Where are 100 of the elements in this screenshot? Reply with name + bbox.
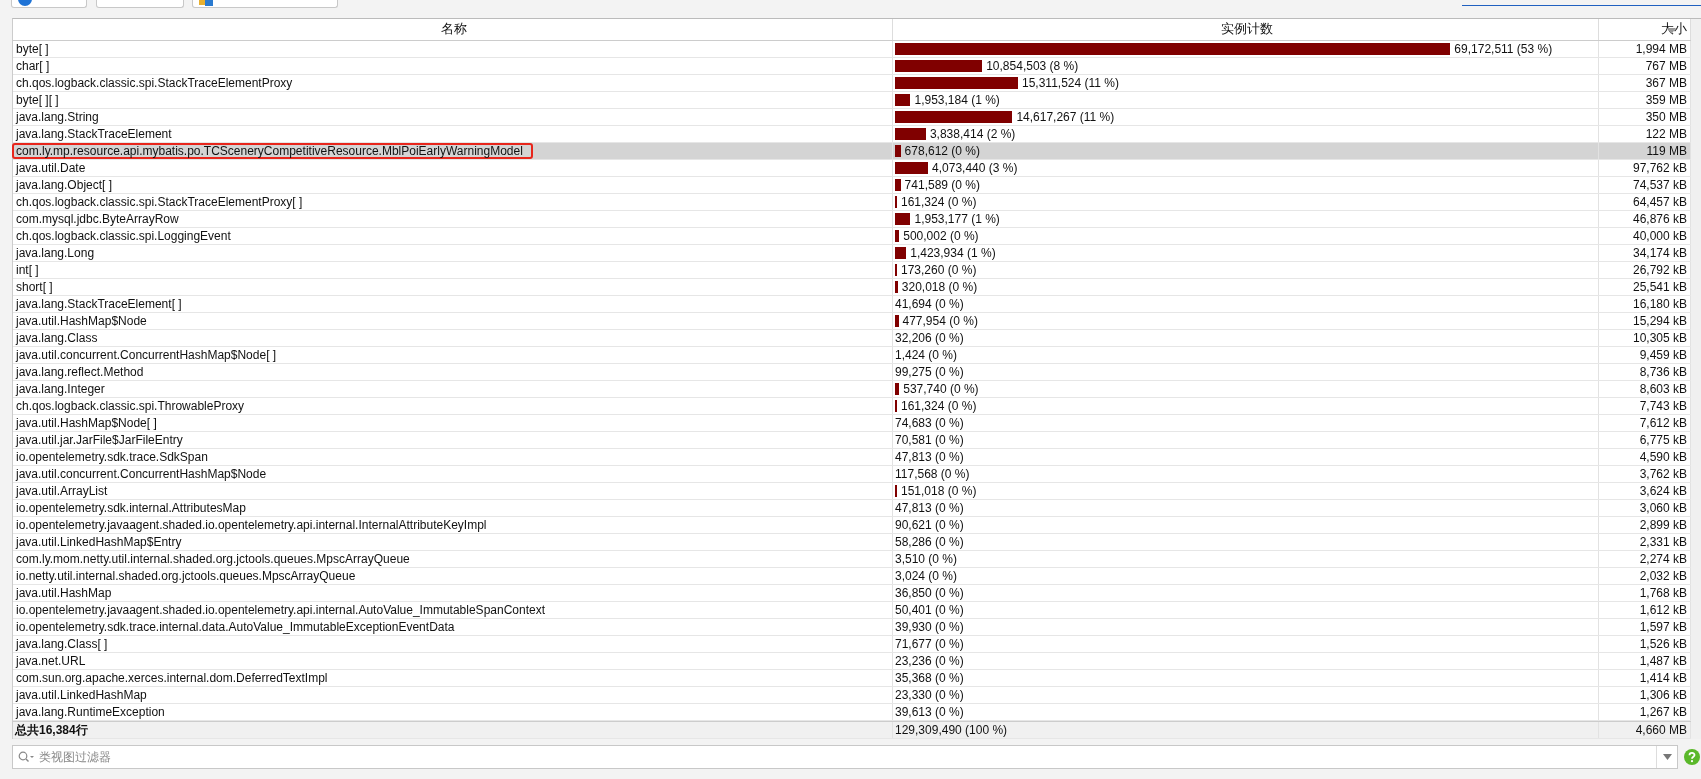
size-value: 1,597 kB: [1639, 620, 1687, 634]
table-row[interactable]: java.lang.reflect.Method 99,275 (0 %) 8,736 kB: [13, 364, 1691, 381]
class-name: java.util.LinkedHashMap: [14, 687, 148, 703]
instance-count: 161,324 (0 %): [901, 399, 977, 413]
table-row[interactable]: byte[ ] 69,172,511 (53 %) 1,994 MB: [13, 41, 1691, 58]
table-row[interactable]: ch.qos.logback.classic.spi.ThrowableProxy 161,324 (0 %) 7,743 kB: [13, 398, 1691, 415]
instance-count: 39,930 (0 %): [895, 620, 964, 634]
table-row[interactable]: java.lang.Class 32,206 (0 %) 10,305 kB: [13, 330, 1691, 347]
table-row[interactable]: byte[ ][ ] 1,953,184 (1 %) 359 MB: [13, 92, 1691, 109]
class-name: io.opentelemetry.sdk.internal.AttributesMap: [15, 500, 247, 516]
table-row[interactable]: java.util.ArrayList 151,018 (0 %) 3,624 kB: [13, 483, 1691, 500]
instance-count: 47,813 (0 %): [895, 450, 964, 464]
table-row[interactable]: io.opentelemetry.sdk.trace.internal.data.AutoValue_ImmutableExceptionEventData 39,930 (0 %) 1,597 kB: [13, 619, 1691, 636]
table-row[interactable]: java.lang.Object[ ] 741,589 (0 %) 74,537 kB: [13, 177, 1691, 194]
class-name: java.lang.reflect.Method: [14, 364, 145, 380]
class-name: java.net.URL: [14, 653, 87, 669]
total-label: 总共16,384行: [15, 721, 88, 739]
class-name: java.util.jar.JarFile$JarFileEntry: [14, 432, 184, 448]
class-name: java.lang.String: [14, 109, 100, 125]
table-row[interactable]: java.util.HashMap 36,850 (0 %) 1,768 kB: [13, 585, 1691, 602]
instance-count: 99,275 (0 %): [895, 365, 964, 379]
table-row[interactable]: java.util.HashMap$Node 477,954 (0 %) 15,294 kB: [13, 313, 1691, 330]
table-row[interactable]: short[ ] 320,018 (0 %) 25,541 kB: [13, 279, 1691, 296]
table-row[interactable]: com.mysql.jdbc.ByteArrayRow 1,953,177 (1 %) 46,876 kB: [13, 211, 1691, 228]
table-row[interactable]: io.opentelemetry.javaagent.shaded.io.opentelemetry.api.internal.InternalAttributeKeyImpl 90,621 (0 %) 2,899 kB: [13, 517, 1691, 534]
instance-count: 4,073,440 (3 %): [932, 161, 1018, 175]
table-row[interactable]: java.util.concurrent.ConcurrentHashMap$Node[ ] 1,424 (0 %) 9,459 kB: [13, 347, 1691, 364]
instance-count: 23,236 (0 %): [895, 654, 964, 668]
table-row[interactable]: io.netty.util.internal.shaded.org.jctools.queues.MpscArrayQueue 3,024 (0 %) 2,032 kB: [13, 568, 1691, 585]
table-row[interactable]: java.lang.StackTraceElement[ ] 41,694 (0 %) 16,180 kB: [13, 296, 1691, 313]
table-row[interactable]: java.lang.Integer 537,740 (0 %) 8,603 kB: [13, 381, 1691, 398]
table-row[interactable]: com.ly.mom.netty.util.internal.shaded.org.jctools.queues.MpscArrayQueue 3,510 (0 %) 2,274 kB: [13, 551, 1691, 568]
table-row[interactable]: java.net.URL 23,236 (0 %) 1,487 kB: [13, 653, 1691, 670]
instance-count: 50,401 (0 %): [895, 603, 964, 617]
table-row[interactable]: io.opentelemetry.javaagent.shaded.io.opentelemetry.api.internal.AutoValue_ImmutableSpanContext 50,401 (0 %) 1,612 kB: [13, 602, 1691, 619]
instance-count: 1,953,177 (1 %): [914, 212, 1000, 226]
toolbar-button[interactable]: [192, 0, 338, 8]
size-value: 1,306 kB: [1639, 688, 1687, 702]
size-value: 8,736 kB: [1639, 365, 1687, 379]
instance-count: 320,018 (0 %): [901, 280, 978, 294]
size-value: 350 MB: [1645, 110, 1687, 124]
instance-count: 35,368 (0 %): [895, 671, 964, 685]
table-row[interactable]: io.opentelemetry.sdk.internal.AttributesMap 47,813 (0 %) 3,060 kB: [13, 500, 1691, 517]
column-header[interactable]: 实例计数: [893, 19, 1599, 40]
class-name: java.util.HashMap$Node[ ]: [14, 415, 158, 431]
size-value: 1,414 kB: [1639, 671, 1687, 685]
column-header[interactable]: 名称: [13, 19, 893, 40]
class-name: java.util.concurrent.ConcurrentHashMap$Node[ ]: [14, 347, 278, 363]
table-row[interactable]: java.util.Date 4,073,440 (3 %) 97,762 kB: [13, 160, 1691, 177]
class-name: short[ ]: [15, 279, 54, 295]
size-value: 1,267 kB: [1639, 705, 1687, 719]
size-value: 1,612 kB: [1639, 603, 1687, 617]
table-row[interactable]: ch.qos.logback.classic.spi.LoggingEvent 500,002 (0 %) 40,000 kB: [13, 228, 1691, 245]
table-row[interactable]: com.ly.mp.resource.api.mybatis.po.TCSceneryCompetitiveResource.MblPoiEarlyWarningModel 678,612 (0 %) 119 MB: [13, 143, 1691, 160]
size-value: 1,994 MB: [1635, 42, 1687, 56]
search-icon[interactable]: [18, 751, 34, 763]
size-value: 1,526 kB: [1639, 637, 1687, 651]
help-icon[interactable]: [1684, 749, 1700, 765]
table-row[interactable]: char[ ] 10,854,503 (8 %) 767 MB: [13, 58, 1691, 75]
class-name: int[ ]: [15, 262, 40, 278]
table-row[interactable]: int[ ] 173,260 (0 %) 26,792 kB: [13, 262, 1691, 279]
size-value: 7,612 kB: [1639, 416, 1687, 430]
table-row[interactable]: java.lang.Long 1,423,934 (1 %) 34,174 kB: [13, 245, 1691, 262]
instance-count: 3,838,414 (2 %): [929, 127, 1016, 141]
table-row[interactable]: com.sun.org.apache.xerces.internal.dom.DeferredTextImpl 35,368 (0 %) 1,414 kB: [13, 670, 1691, 687]
size-value: 34,174 kB: [1632, 246, 1687, 260]
class-name: com.ly.mp.resource.api.mybatis.po.TCSceneryCompetitiveResource.MblPoiEarlyWarningModel: [12, 143, 533, 159]
table-row[interactable]: ch.qos.logback.classic.spi.StackTraceElementProxy[ ] 161,324 (0 %) 64,457 kB: [13, 194, 1691, 211]
table-row[interactable]: java.lang.String 14,617,267 (11 %) 350 MB: [13, 109, 1691, 126]
filter-field[interactable]: 类视图过滤器: [12, 745, 1678, 769]
instance-count: 1,953,184 (1 %): [914, 93, 1000, 107]
instance-count: 41,694 (0 %): [895, 297, 964, 311]
table-row[interactable]: ch.qos.logback.classic.spi.StackTraceElementProxy 15,311,524 (11 %) 367 MB: [13, 75, 1691, 92]
size-value: 367 MB: [1645, 76, 1687, 90]
size-value: 46,876 kB: [1632, 212, 1687, 226]
instance-count: 1,424 (0 %): [895, 348, 958, 362]
class-name: ch.qos.logback.classic.spi.ThrowableProxy: [15, 398, 246, 414]
class-name: java.lang.Object[ ]: [14, 177, 114, 193]
size-value: 16,180 kB: [1632, 297, 1687, 311]
size-value: 40,000 kB: [1632, 229, 1687, 243]
table-row[interactable]: java.lang.Class[ ] 71,677 (0 %) 1,526 kB: [13, 636, 1691, 653]
instance-count: 90,621 (0 %): [895, 518, 964, 532]
instance-count: 537,740 (0 %): [903, 382, 979, 396]
size-value: 7,743 kB: [1639, 399, 1687, 413]
table-row[interactable]: io.opentelemetry.sdk.trace.SdkSpan 47,813 (0 %) 4,590 kB: [13, 449, 1691, 466]
class-name: byte[ ][ ]: [15, 92, 60, 108]
table-row[interactable]: java.util.concurrent.ConcurrentHashMap$Node 117,568 (0 %) 3,762 kB: [13, 466, 1691, 483]
table-row[interactable]: java.util.jar.JarFile$JarFileEntry 70,581 (0 %) 6,775 kB: [13, 432, 1691, 449]
caret-icon: [1662, 754, 1672, 760]
table-row[interactable]: java.util.HashMap$Node[ ] 74,683 (0 %) 7,612 kB: [13, 415, 1691, 432]
class-name: java.util.HashMap$Node: [14, 313, 148, 329]
class-name: java.lang.Class: [14, 330, 99, 346]
class-name: com.mysql.jdbc.ByteArrayRow: [15, 211, 180, 227]
size-value: 3,624 kB: [1639, 484, 1687, 498]
table-row[interactable]: java.util.LinkedHashMap$Entry 58,286 (0 %) 2,331 kB: [13, 534, 1691, 551]
toolbar-button[interactable]: [11, 0, 87, 8]
instance-count: 70,581 (0 %): [895, 433, 964, 447]
instance-count: 151,018 (0 %): [901, 484, 977, 498]
size-value: 4,590 kB: [1639, 450, 1687, 464]
table-row[interactable]: java.util.LinkedHashMap 23,330 (0 %) 1,306 kB: [13, 687, 1691, 704]
